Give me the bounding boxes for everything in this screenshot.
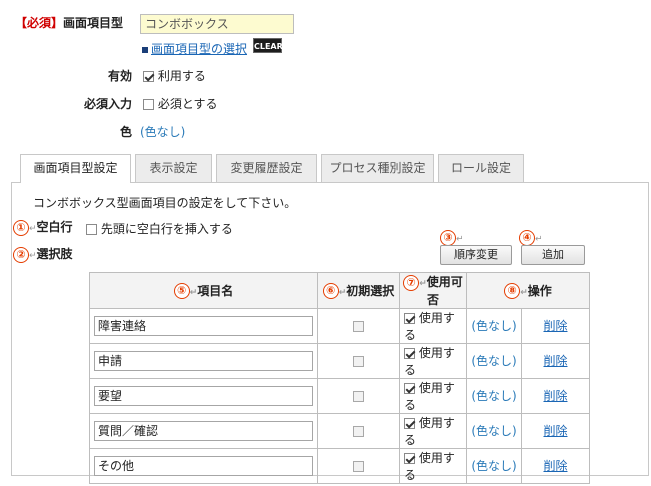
tab-process-type-settings[interactable]: プロセス種別設定 <box>321 154 434 182</box>
table-row: その他 使用する (色なし) 削除 <box>89 447 590 484</box>
clear-button[interactable]: CLEAR <box>253 38 283 53</box>
annotation-2: ② <box>13 246 29 263</box>
header-initial-select: ⑥ ↵初期選択 <box>317 272 400 309</box>
table-row: 質問／確認 使用する (色なし) 削除 <box>89 412 590 449</box>
enabled-toggle[interactable]: 利用する <box>143 67 206 84</box>
tab-change-history-settings[interactable]: 変更履歴設定 <box>216 154 317 182</box>
annotation-5: ⑤ <box>173 283 190 299</box>
choices-label: 選択肢 <box>36 247 73 261</box>
required-checkbox[interactable] <box>143 99 154 110</box>
row-color-value[interactable]: (色なし) <box>471 459 516 473</box>
required-toggle[interactable]: 必須とする <box>143 95 217 112</box>
delete-link[interactable]: 削除 <box>543 354 567 368</box>
initial-select-checkbox[interactable] <box>353 320 364 332</box>
choices-table: ⑤ ↵項目名 ⑥ ↵初期選択 ⑦ ↵使用可否 ⑧ ↵操作 障害連絡 使用する (色なし)… <box>89 272 590 484</box>
item-type-label: 画面項目型 <box>63 16 124 30</box>
reorder-button[interactable]: 順序変更 <box>440 245 512 265</box>
row-color-value[interactable]: (色なし) <box>471 424 516 438</box>
initial-select-checkbox[interactable] <box>353 460 364 472</box>
item-name-input[interactable]: 障害連絡 <box>94 315 313 336</box>
enabled-label: 有効 <box>108 69 133 83</box>
tab-role-settings[interactable]: ロール設定 <box>438 154 524 182</box>
table-row: 申請 使用する (色なし) 削除 <box>89 342 590 379</box>
panel-description: コンボボックス型画面項目の設定をして下さい。 <box>33 196 297 210</box>
row-color-value[interactable]: (色なし) <box>471 319 516 333</box>
initial-select-checkbox[interactable] <box>353 425 364 437</box>
table-row: 要望 使用する (色なし) 削除 <box>89 377 590 414</box>
required-tag: 【必須】画面項目型 <box>15 16 124 30</box>
required-input-label: 必須入力 <box>84 97 133 111</box>
annotation-4-wrap: ④ ↵ <box>519 230 543 246</box>
blank-row-checkbox[interactable] <box>86 224 97 235</box>
color-value[interactable]: (色なし) <box>140 123 185 140</box>
annotation-1: ① <box>13 219 29 236</box>
bullet-icon <box>142 46 148 53</box>
use-checkbox[interactable] <box>404 347 415 359</box>
initial-select-checkbox[interactable] <box>353 390 364 402</box>
use-checkbox[interactable] <box>404 312 415 324</box>
table-row: 障害連絡 使用する (色なし) 削除 <box>89 307 590 344</box>
enabled-checkbox[interactable] <box>143 71 154 82</box>
use-checkbox[interactable] <box>404 417 415 429</box>
delete-link[interactable]: 削除 <box>543 424 567 438</box>
tab-item-type-settings[interactable]: 画面項目型設定 <box>20 154 131 183</box>
row-color-value[interactable]: (色なし) <box>471 354 516 368</box>
use-checkbox[interactable] <box>404 382 415 394</box>
annotation-6: ⑥ <box>322 283 339 299</box>
header-usable: ⑦ ↵使用可否 <box>399 272 467 309</box>
row-color-value[interactable]: (色なし) <box>471 389 516 403</box>
item-name-input[interactable]: 申請 <box>94 350 313 371</box>
item-type-input[interactable]: コンボボックス <box>140 14 294 34</box>
annotation-7: ⑦ <box>403 274 420 291</box>
add-button[interactable]: 追加 <box>521 245 585 265</box>
use-checkbox[interactable] <box>404 452 415 464</box>
enabled-checkbox-label: 利用する <box>157 69 206 83</box>
table-header-row: ⑤ ↵項目名 ⑥ ↵初期選択 ⑦ ↵使用可否 ⑧ ↵操作 <box>89 272 590 309</box>
blank-row-section: ① ↵空白行 <box>13 218 73 236</box>
annotation-8: ⑧ <box>504 283 521 299</box>
choices-section: ② ↵選択肢 <box>13 245 73 263</box>
delete-link[interactable]: 削除 <box>543 459 567 473</box>
initial-select-checkbox[interactable] <box>353 355 364 367</box>
blank-row-checkbox-label: 先頭に空白行を挿入する <box>100 222 233 236</box>
select-type-row: 画面項目型の選択 <box>142 40 247 57</box>
annotation-4: ④ <box>519 230 535 246</box>
required-checkbox-label: 必須とする <box>157 97 218 111</box>
item-name-input[interactable]: 要望 <box>94 385 313 406</box>
item-name-input[interactable]: 質問／確認 <box>94 420 313 441</box>
header-operation: ⑧ ↵操作 <box>466 272 590 309</box>
delete-link[interactable]: 削除 <box>543 319 567 333</box>
item-name-input[interactable]: その他 <box>94 455 313 476</box>
annotation-3: ③ <box>440 230 456 246</box>
tab-display-settings[interactable]: 表示設定 <box>135 154 212 182</box>
annotation-3-wrap: ③ ↵ <box>440 230 464 246</box>
blank-row-label: 空白行 <box>36 220 73 234</box>
color-label: 色 <box>120 125 133 139</box>
delete-link[interactable]: 削除 <box>543 389 567 403</box>
header-item-name: ⑤ ↵項目名 <box>89 272 318 309</box>
blank-row-toggle[interactable]: 先頭に空白行を挿入する <box>86 220 233 237</box>
select-type-link[interactable]: 画面項目型の選択 <box>151 42 247 56</box>
